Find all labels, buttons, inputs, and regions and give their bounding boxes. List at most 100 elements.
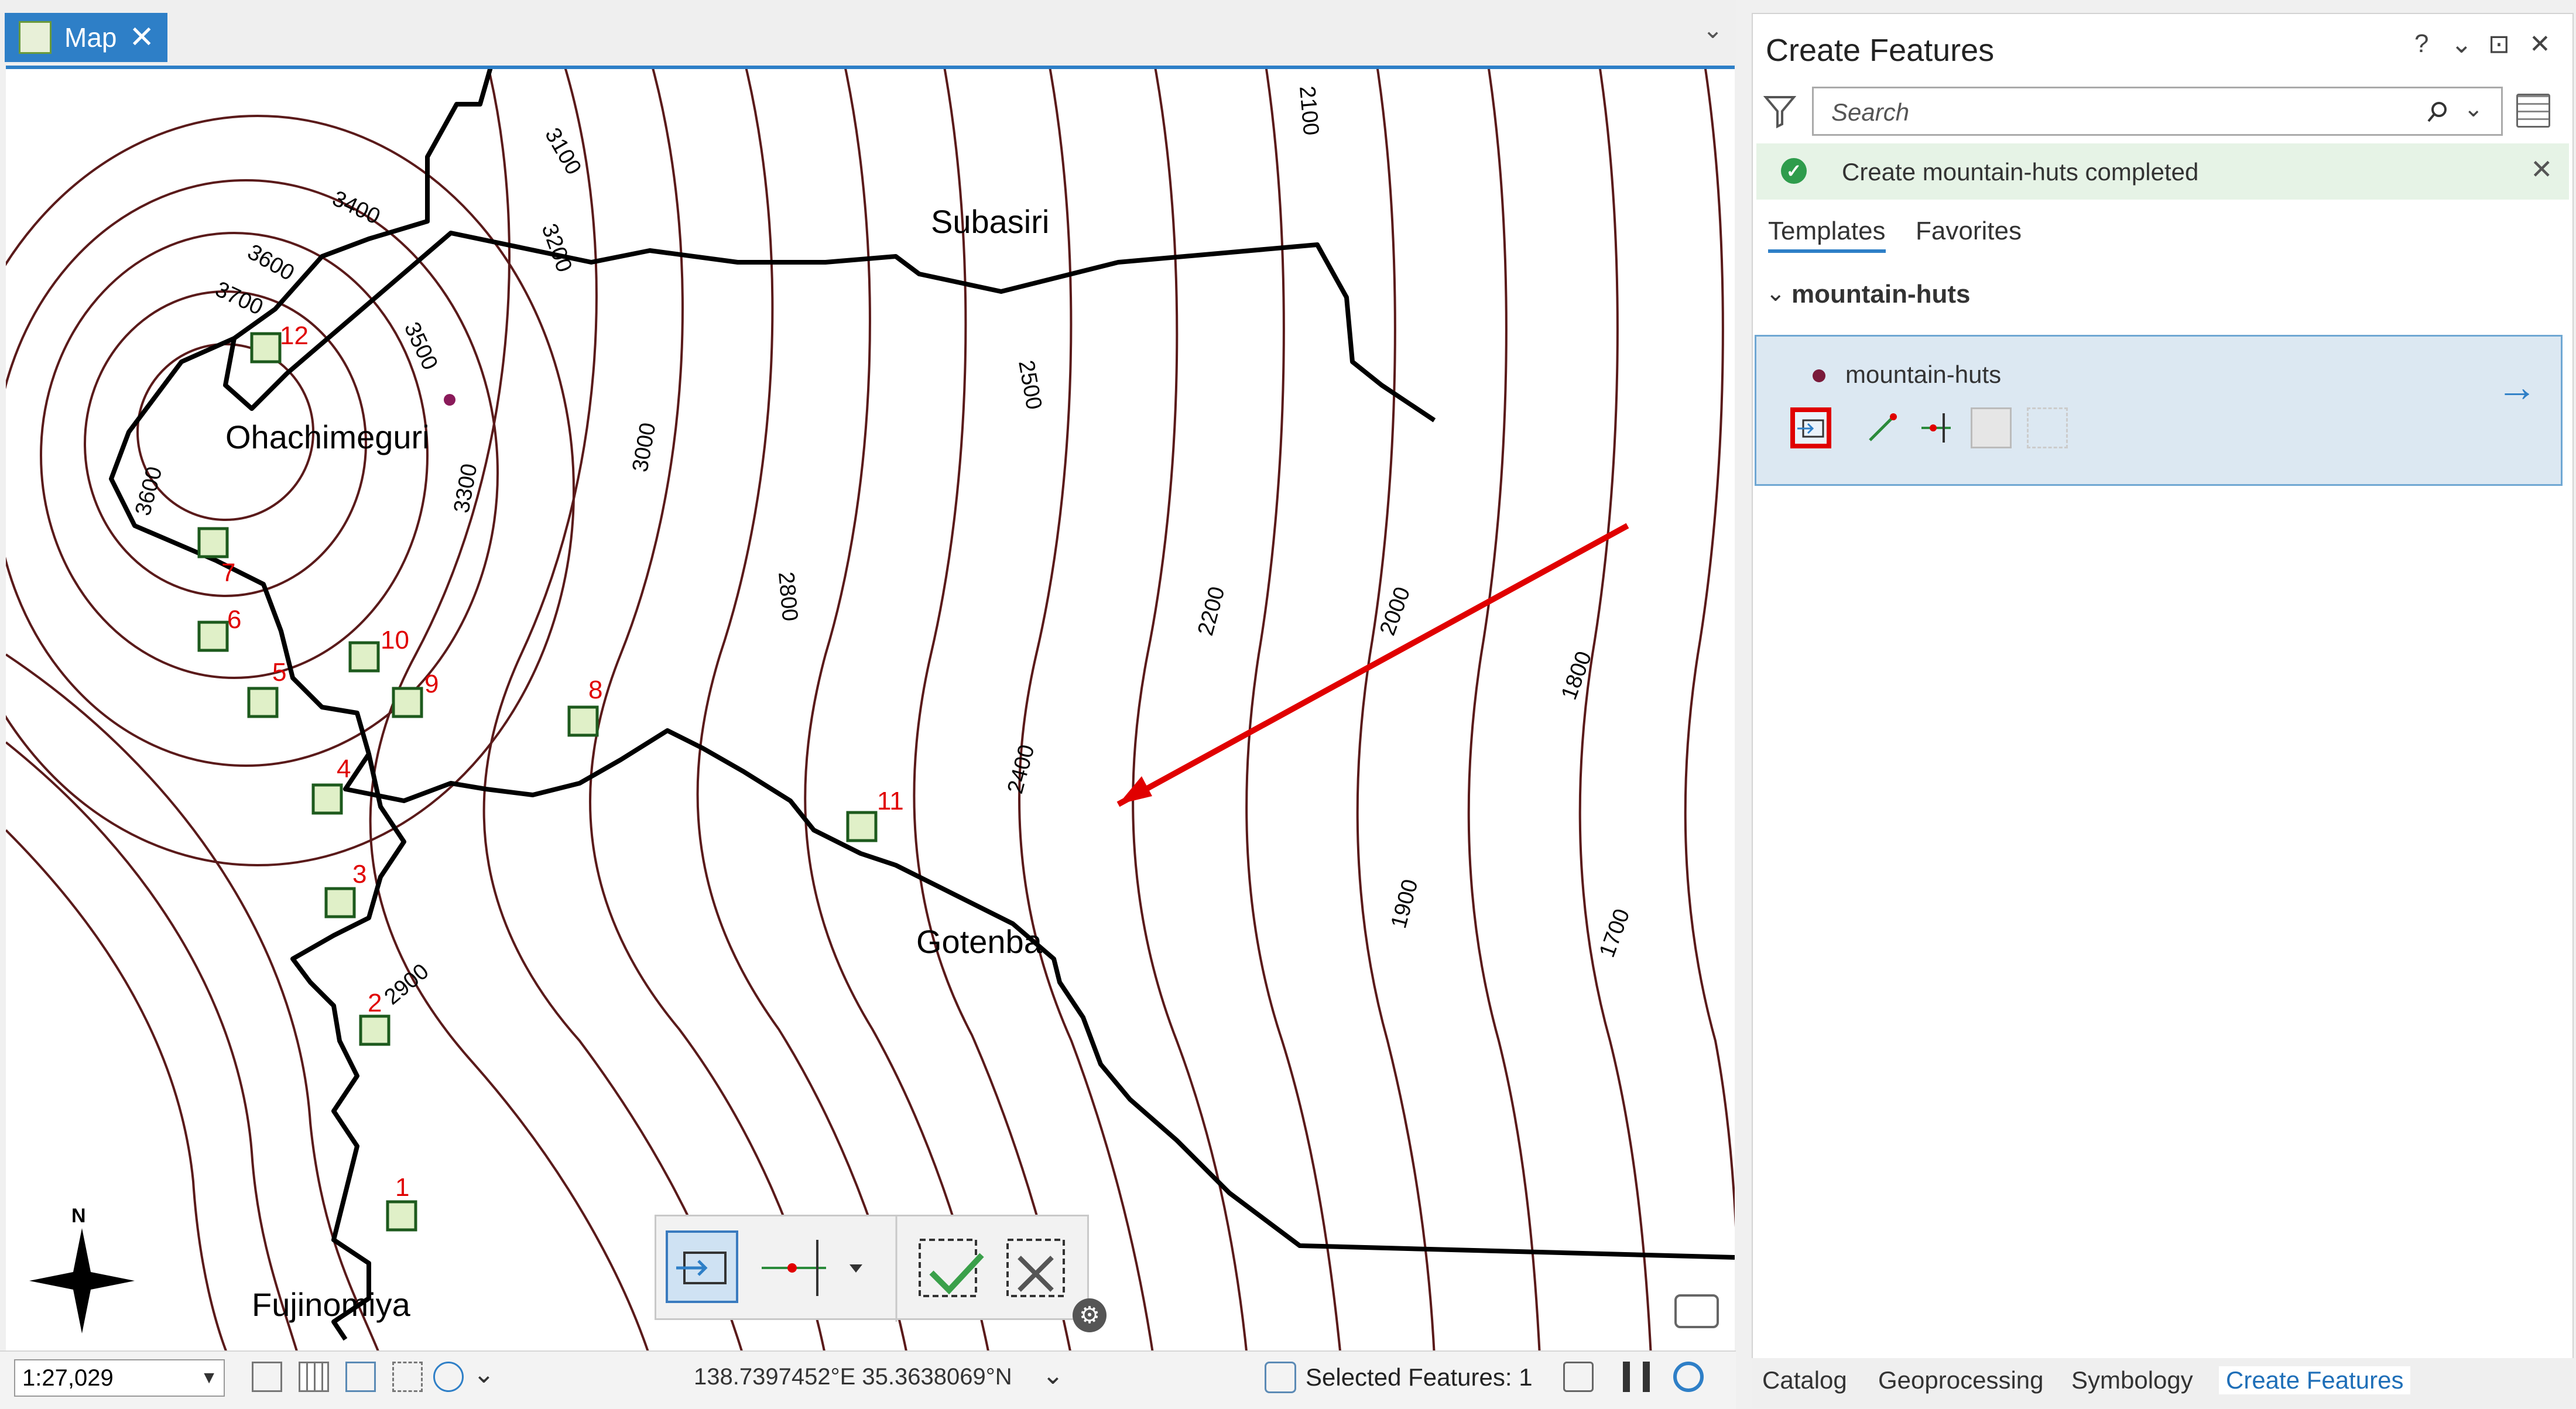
hut-number: 10 bbox=[381, 626, 409, 654]
point-offset-icon[interactable] bbox=[2027, 407, 2068, 448]
hut-symbol[interactable] bbox=[197, 527, 229, 558]
hut-number: 3 bbox=[352, 860, 366, 889]
tab-favorites[interactable]: Favorites bbox=[1916, 217, 2022, 246]
hut-symbol[interactable] bbox=[846, 811, 878, 842]
arrow-right-icon[interactable]: → bbox=[2496, 366, 2537, 407]
chevron-down-icon[interactable]: ⌄ bbox=[2464, 95, 2483, 122]
chevron-down-icon[interactable]: ⌄ bbox=[473, 1359, 495, 1389]
north-arrow: N bbox=[29, 1205, 135, 1333]
finish-button[interactable] bbox=[919, 1239, 984, 1297]
pause-drawing-icon[interactable] bbox=[1623, 1362, 1650, 1392]
tab-overflow-icon[interactable]: ⌄ bbox=[1703, 15, 1723, 44]
new-hut-point[interactable] bbox=[444, 394, 455, 406]
tool-dropdown-icon[interactable] bbox=[849, 1264, 862, 1273]
scale-value: 1:27,029 bbox=[22, 1365, 114, 1391]
selection-icon bbox=[1265, 1362, 1296, 1393]
hut-number: 11 bbox=[877, 787, 904, 815]
map-tab-strip bbox=[0, 0, 1736, 66]
close-icon[interactable]: ✕ bbox=[2530, 153, 2553, 185]
hut-symbol[interactable] bbox=[386, 1200, 417, 1232]
contour-label: 1800 bbox=[1557, 648, 1597, 703]
contour-label: 3200 bbox=[537, 221, 577, 276]
hut-symbol[interactable] bbox=[324, 887, 356, 918]
collapse-chevron-icon[interactable]: ⌄ bbox=[1766, 280, 1786, 307]
point-from-table-icon[interactable] bbox=[1971, 407, 2012, 448]
hut-symbol[interactable] bbox=[392, 687, 423, 718]
manage-templates-icon[interactable] bbox=[2516, 94, 2550, 128]
grid-icon[interactable] bbox=[299, 1362, 329, 1392]
snapping-icon[interactable] bbox=[345, 1362, 376, 1392]
hut-symbol[interactable] bbox=[247, 687, 279, 718]
contour-label: 1700 bbox=[1595, 906, 1635, 961]
map-tab-label: Map bbox=[64, 22, 117, 53]
layer-group-header[interactable]: mountain-huts bbox=[1791, 280, 1971, 309]
pane-title: Create Features bbox=[1766, 33, 1995, 68]
contour-label: 1900 bbox=[1386, 877, 1423, 931]
tab-create-features[interactable]: Create Features bbox=[2219, 1366, 2411, 1394]
search-field[interactable]: ⌄ bbox=[1812, 87, 2503, 136]
map-view[interactable]: Subasiri Ohachimeguri Gotenba Fujinomiya… bbox=[6, 66, 1735, 1350]
hut-symbol[interactable] bbox=[311, 783, 343, 815]
trails bbox=[109, 69, 1735, 1341]
hut-number: 9 bbox=[424, 670, 439, 698]
map-tips-icon[interactable] bbox=[1674, 1294, 1719, 1328]
scale-select[interactable]: 1:27,029 ▼ bbox=[14, 1359, 225, 1397]
point-at-end-of-line-icon[interactable] bbox=[1862, 407, 1903, 448]
create-features-pane bbox=[1752, 13, 2574, 1359]
topographic-map[interactable]: Subasiri Ohachimeguri Gotenba Fujinomiya… bbox=[6, 69, 1735, 1350]
refresh-view-icon[interactable] bbox=[1563, 1362, 1594, 1392]
editing-toolbar bbox=[655, 1215, 1089, 1322]
close-tab-icon[interactable]: ✕ bbox=[129, 22, 155, 53]
help-icon[interactable]: ? bbox=[2414, 29, 2428, 59]
tab-catalog[interactable]: Catalog bbox=[1762, 1366, 1847, 1394]
tab-geoprocessing[interactable]: Geoprocessing bbox=[1878, 1366, 2044, 1394]
contour-label: 3100 bbox=[540, 124, 586, 179]
pane-options-icon[interactable]: ⌄ bbox=[2451, 29, 2472, 59]
line-tool-button[interactable] bbox=[762, 1240, 826, 1296]
map-tab[interactable]: Map ✕ bbox=[5, 13, 167, 62]
tab-templates[interactable]: Templates bbox=[1768, 217, 1886, 253]
hut-symbol[interactable] bbox=[567, 705, 599, 737]
red-callout-arrow bbox=[1116, 523, 1629, 807]
pin-icon[interactable]: ⊡ bbox=[2488, 29, 2510, 59]
point-tool-button[interactable] bbox=[666, 1230, 738, 1303]
check-icon: ✓ bbox=[1781, 158, 1807, 184]
place-fujinomiya: Fujinomiya bbox=[252, 1286, 411, 1323]
cancel-button[interactable] bbox=[1006, 1239, 1065, 1297]
hut-symbol[interactable] bbox=[348, 641, 380, 673]
banner-message: Create mountain-huts completed bbox=[1842, 158, 2199, 186]
contour-label: 2200 bbox=[1193, 584, 1229, 639]
hut-number: 4 bbox=[337, 755, 351, 783]
hut-number: 5 bbox=[272, 658, 286, 687]
hut-number: 1 bbox=[395, 1173, 409, 1202]
close-pane-icon[interactable]: ✕ bbox=[2529, 29, 2551, 59]
point-tool-icon[interactable] bbox=[1790, 407, 1831, 448]
rotation-icon[interactable] bbox=[433, 1362, 464, 1392]
tab-symbology[interactable]: Symbology bbox=[2071, 1366, 2193, 1394]
gear-icon[interactable]: ⚙ bbox=[1073, 1298, 1107, 1332]
contour-label: 3600 bbox=[244, 239, 299, 286]
hut-symbol[interactable] bbox=[197, 620, 229, 652]
hut-symbol[interactable] bbox=[250, 332, 282, 364]
search-input[interactable] bbox=[1830, 98, 2359, 127]
map-icon bbox=[19, 21, 52, 54]
chevron-down-icon: ▼ bbox=[200, 1368, 218, 1387]
place-subasiri: Subasiri bbox=[931, 203, 1049, 240]
mountain-huts bbox=[197, 332, 878, 1232]
constraints-icon[interactable] bbox=[392, 1362, 423, 1392]
template-name: mountain-huts bbox=[1845, 361, 2002, 388]
filter-icon[interactable] bbox=[1763, 94, 1796, 129]
contour-label: 2100 bbox=[1294, 85, 1323, 136]
place-gotenba: Gotenba bbox=[916, 923, 1043, 960]
contour-label: 3300 bbox=[450, 462, 482, 515]
fixed-zoom-icon[interactable] bbox=[252, 1362, 282, 1392]
coordinate-readout: 138.7397452°E 35.3638069°N bbox=[694, 1364, 1012, 1390]
contour-label: 2800 bbox=[773, 571, 802, 622]
contour-label: 3700 bbox=[211, 277, 266, 320]
selected-features[interactable]: Selected Features: 1 bbox=[1265, 1362, 1533, 1393]
point-along-line-icon[interactable] bbox=[1916, 407, 1957, 448]
refresh-icon[interactable] bbox=[1673, 1362, 1704, 1392]
chevron-down-icon[interactable]: ⌄ bbox=[1042, 1360, 1064, 1390]
hut-symbol[interactable] bbox=[359, 1014, 390, 1046]
search-icon[interactable] bbox=[2426, 100, 2450, 124]
